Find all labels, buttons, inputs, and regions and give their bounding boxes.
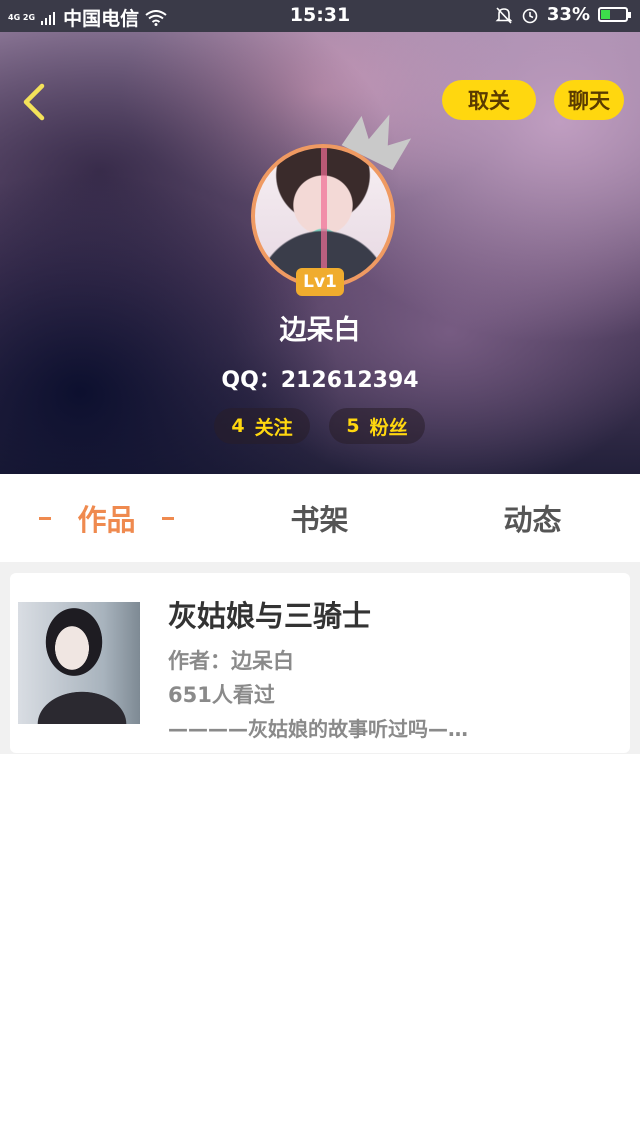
tab-bookshelf[interactable]: 书架	[213, 474, 426, 562]
avatar[interactable]	[251, 144, 395, 288]
qq-number: QQ：212612394	[221, 368, 419, 393]
status-bar: 4G 2G 中国电信 15:31 33%	[0, 0, 640, 32]
work-title: 灰姑娘与三骑士	[168, 599, 372, 633]
fans-count-button[interactable]: 5 粉丝	[329, 408, 425, 444]
profile-header: 取关 聊天 Lv1 边呆白 QQ：212612394 4 关注 5 粉丝	[0, 32, 640, 474]
unfollow-button[interactable]: 取关	[442, 80, 536, 120]
tab-bar: 作品 书架 动态	[0, 474, 640, 562]
work-card[interactable]: 灰姑娘与三骑士 作者：边呆白 651人看过 ————灰姑娘的故事听过吗—…	[10, 573, 630, 753]
work-read-count: 651人看过	[168, 683, 275, 707]
status-right: 33%	[495, 4, 631, 25]
work-excerpt: ————灰姑娘的故事听过吗—…	[168, 717, 468, 741]
tab-works[interactable]: 作品	[0, 474, 213, 562]
bell-muted-icon	[495, 6, 513, 24]
following-count-button[interactable]: 4 关注	[214, 408, 310, 444]
tab-label: 书架	[290, 503, 349, 537]
alarm-icon	[522, 8, 538, 23]
battery-percent: 33%	[546, 4, 590, 25]
back-arrow-icon	[23, 83, 45, 121]
battery-fill	[601, 10, 610, 19]
fans-label: 粉丝	[369, 416, 408, 439]
following-label: 关注	[254, 416, 293, 439]
tab-indicator-right	[161, 516, 174, 520]
work-cover-image	[18, 602, 140, 724]
tab-label: 作品	[77, 503, 136, 537]
tab-label: 动态	[503, 503, 562, 537]
work-author: 作者：边呆白	[168, 649, 294, 673]
battery-icon	[598, 7, 631, 22]
fans-count: 5	[346, 415, 360, 437]
works-list: 灰姑娘与三骑士 作者：边呆白 651人看过 ————灰姑娘的故事听过吗—…	[0, 562, 640, 1138]
back-button[interactable]	[14, 80, 58, 124]
level-badge: Lv1	[296, 268, 344, 296]
chat-button[interactable]: 聊天	[554, 80, 624, 120]
tab-indicator-left	[39, 516, 52, 520]
nickname: 边呆白	[279, 315, 361, 346]
following-count: 4	[231, 415, 245, 437]
tab-activity[interactable]: 动态	[426, 474, 639, 562]
